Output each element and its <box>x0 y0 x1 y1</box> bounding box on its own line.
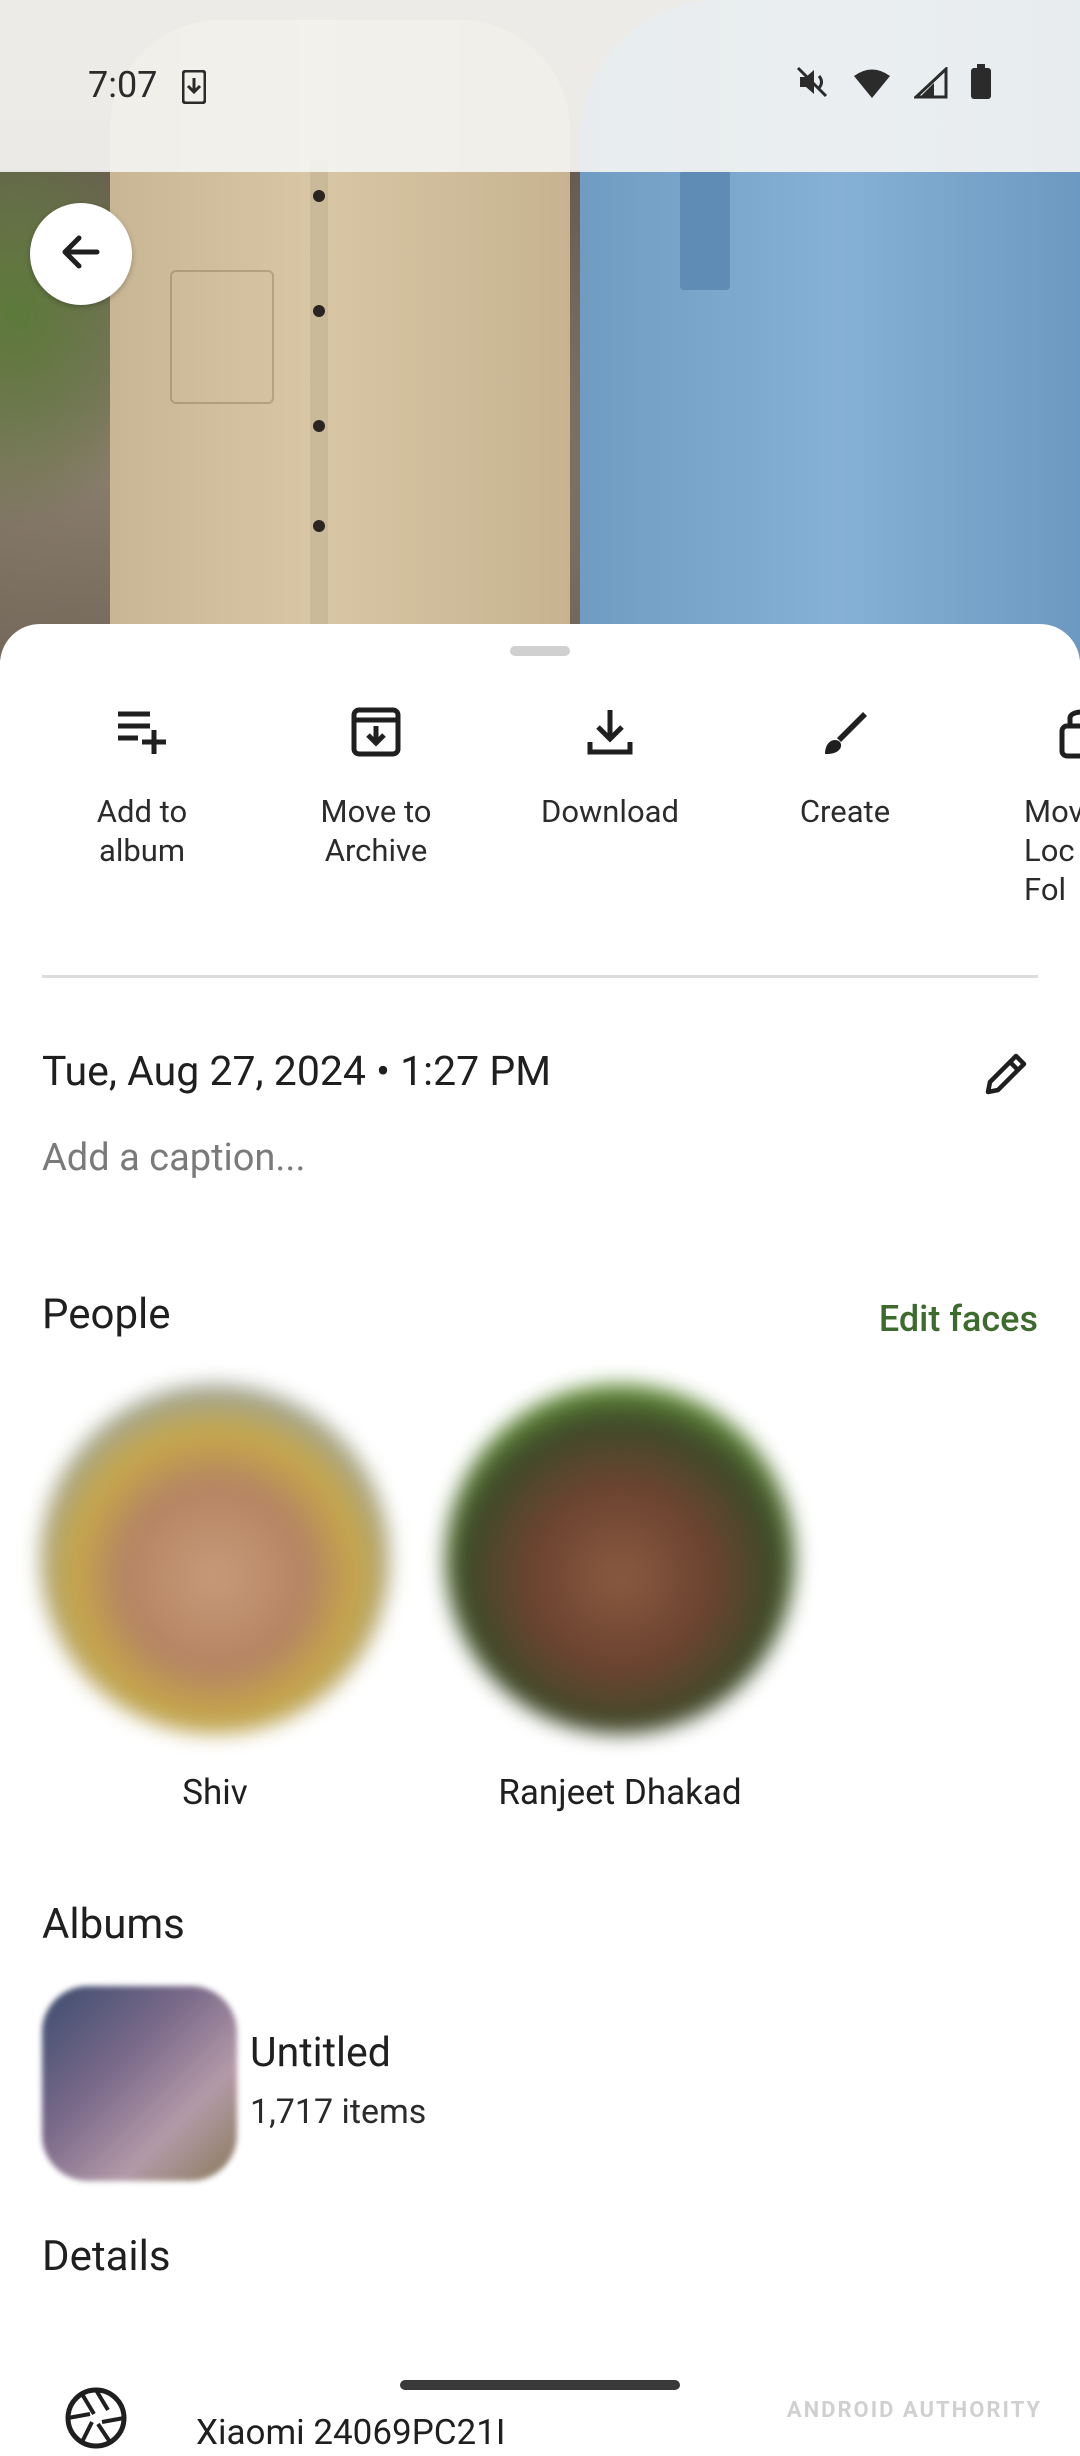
drag-handle[interactable] <box>510 646 570 656</box>
photo-pocket <box>170 270 274 404</box>
camera-shutter-icon <box>62 2384 130 2456</box>
signal-icon <box>912 65 948 108</box>
create-button[interactable]: Create <box>745 704 945 831</box>
mute-icon <box>794 64 830 109</box>
arrow-back-icon <box>57 228 105 280</box>
person-name: Ranjeet Dhakad <box>498 1772 742 1813</box>
download-icon <box>510 704 710 776</box>
action-row: Add to album Move to Archive Download Cr… <box>0 704 1080 908</box>
action-label: album <box>98 832 186 869</box>
info-bottom-sheet: Add to album Move to Archive Download Cr… <box>0 624 1080 2453</box>
photo-collar <box>680 170 730 290</box>
download-notification-icon <box>181 69 207 113</box>
download-button[interactable]: Download <box>510 704 710 831</box>
action-label: Download <box>540 793 679 830</box>
pencil-icon <box>980 1053 1032 1104</box>
playlist-add-icon <box>42 704 242 776</box>
album-thumbnail[interactable] <box>42 1986 237 2181</box>
wifi-icon <box>852 66 892 108</box>
divider <box>42 975 1038 978</box>
edit-datetime-button[interactable] <box>980 1048 1032 1104</box>
photo-shirt-button <box>313 520 325 532</box>
action-label: Archive <box>324 832 428 869</box>
people-title: People <box>42 1290 171 1339</box>
photo-shirt-button <box>313 190 325 202</box>
album-title[interactable]: Untitled <box>250 2029 391 2077</box>
move-to-locked-folder-button[interactable]: Mov Loc Fol <box>972 704 1080 909</box>
edit-faces-button[interactable]: Edit faces <box>879 1298 1038 1340</box>
action-label: Mov <box>1024 793 1080 830</box>
back-button[interactable] <box>30 203 132 305</box>
status-icons <box>794 64 992 109</box>
action-label: Loc <box>1024 832 1075 869</box>
person-face-shiv[interactable] <box>40 1384 390 1734</box>
camera-device: Xiaomi 24069PC21I <box>196 2412 506 2453</box>
action-label: Move to <box>320 793 432 830</box>
caption-input[interactable]: Add a caption... <box>42 1136 305 1180</box>
photo-shirt-button <box>313 420 325 432</box>
status-time: 7:07 <box>88 64 158 106</box>
details-title: Details <box>42 2232 171 2281</box>
move-to-archive-button[interactable]: Move to Archive <box>276 704 476 870</box>
action-label: Create <box>799 793 891 830</box>
action-label: Fol <box>1024 871 1067 908</box>
lock-icon <box>972 704 1080 776</box>
person-name: Shiv <box>182 1772 248 1813</box>
person-face-ranjeet[interactable] <box>445 1384 795 1734</box>
add-to-album-button[interactable]: Add to album <box>42 704 242 870</box>
photo-shirt-button <box>313 305 325 317</box>
photo-placket <box>310 160 328 660</box>
albums-title: Albums <box>42 1900 185 1949</box>
action-label: Add to <box>96 793 188 830</box>
brush-icon <box>745 704 945 776</box>
battery-icon <box>970 64 992 109</box>
watermark: ANDROID AUTHORITY <box>786 2398 1042 2423</box>
gesture-nav-handle[interactable] <box>400 2380 680 2390</box>
status-bar: 7:07 <box>0 56 1080 116</box>
album-count: 1,717 items <box>250 2092 427 2132</box>
photo-datetime: Tue, Aug 27, 2024 • 1:27 PM <box>42 1048 552 1096</box>
archive-icon <box>276 704 476 776</box>
